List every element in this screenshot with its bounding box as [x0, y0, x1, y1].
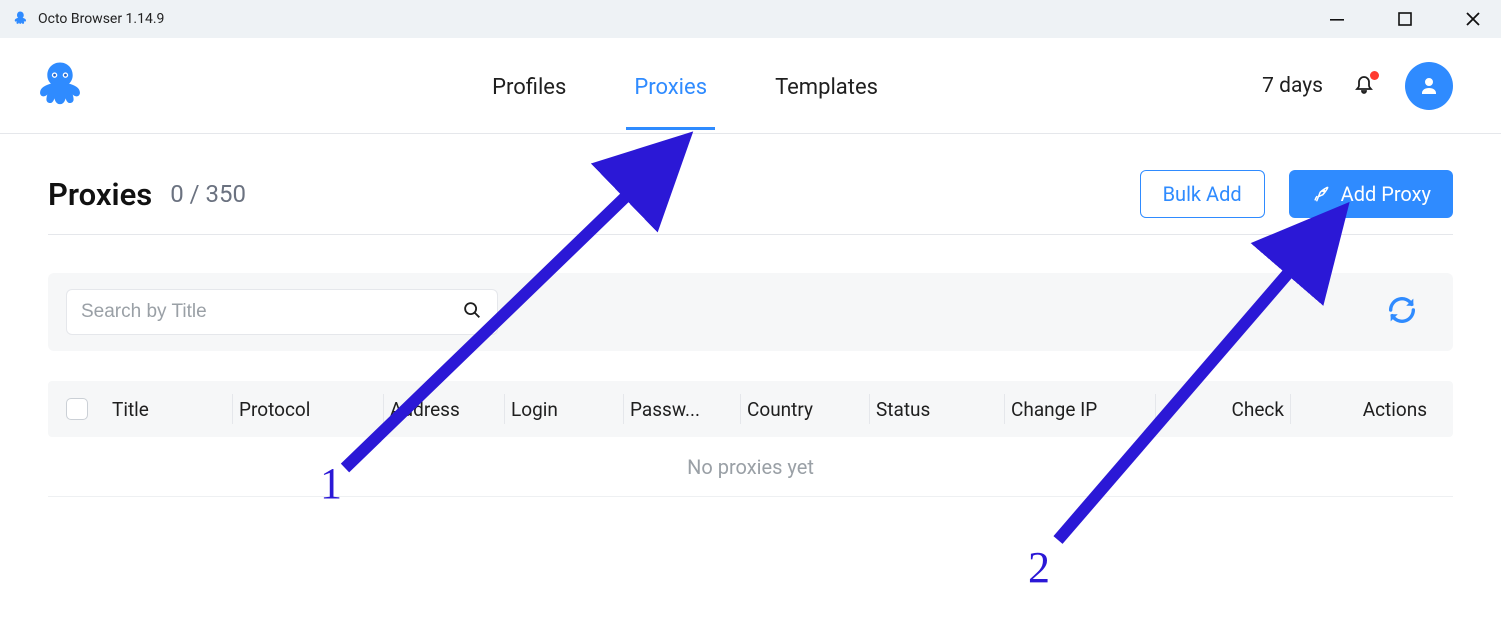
- window-titlebar: Octo Browser 1.14.9: [0, 0, 1501, 38]
- col-title: Title: [106, 398, 232, 421]
- col-login: Login: [505, 398, 623, 421]
- col-address: Address: [384, 398, 504, 421]
- col-password: Passw...: [624, 398, 740, 421]
- main-nav: Profiles Proxies Templates: [108, 41, 1262, 130]
- minimize-button[interactable]: [1317, 0, 1357, 38]
- search-input[interactable]: [81, 301, 451, 323]
- maximize-button[interactable]: [1385, 0, 1425, 38]
- col-protocol: Protocol: [233, 398, 383, 421]
- search-box: [66, 289, 498, 335]
- bulk-add-button[interactable]: Bulk Add: [1140, 170, 1265, 218]
- annotation-2: 2: [1028, 543, 1050, 592]
- app-icon: [10, 9, 30, 29]
- empty-state: No proxies yet: [48, 437, 1453, 497]
- close-button[interactable]: [1453, 0, 1493, 38]
- page-title: Proxies: [48, 176, 152, 213]
- col-actions: Actions: [1291, 398, 1435, 421]
- notifications-button[interactable]: [1351, 73, 1377, 99]
- rocket-icon: [1311, 184, 1331, 204]
- header: Profiles Proxies Templates 7 days: [0, 38, 1501, 134]
- search-row: [48, 273, 1453, 351]
- col-check: Check: [1156, 398, 1290, 421]
- col-status: Status: [870, 398, 1004, 421]
- window-title: Octo Browser 1.14.9: [38, 11, 164, 27]
- search-icon[interactable]: [461, 299, 483, 325]
- user-avatar[interactable]: [1405, 62, 1453, 110]
- nav-templates[interactable]: Templates: [769, 41, 884, 130]
- notification-dot-icon: [1370, 71, 1379, 80]
- add-proxy-label: Add Proxy: [1341, 182, 1431, 206]
- page-content: Proxies 0 / 350 Bulk Add Add Proxy: [0, 134, 1501, 497]
- nav-proxies[interactable]: Proxies: [628, 41, 713, 130]
- proxy-table: Title Protocol Address Login Passw... Co…: [48, 381, 1453, 497]
- refresh-button[interactable]: [1385, 293, 1435, 331]
- trial-days: 7 days: [1262, 74, 1323, 98]
- nav-profiles[interactable]: Profiles: [486, 41, 572, 130]
- logo: [24, 56, 108, 116]
- proxy-count: 0 / 350: [170, 180, 246, 208]
- col-country: Country: [741, 398, 869, 421]
- col-change-ip: Change IP: [1005, 398, 1155, 421]
- bulk-add-label: Bulk Add: [1163, 182, 1242, 206]
- table-header: Title Protocol Address Login Passw... Co…: [48, 381, 1453, 437]
- select-all-checkbox[interactable]: [66, 398, 106, 420]
- add-proxy-button[interactable]: Add Proxy: [1289, 170, 1453, 218]
- page-header: Proxies 0 / 350 Bulk Add Add Proxy: [48, 170, 1453, 235]
